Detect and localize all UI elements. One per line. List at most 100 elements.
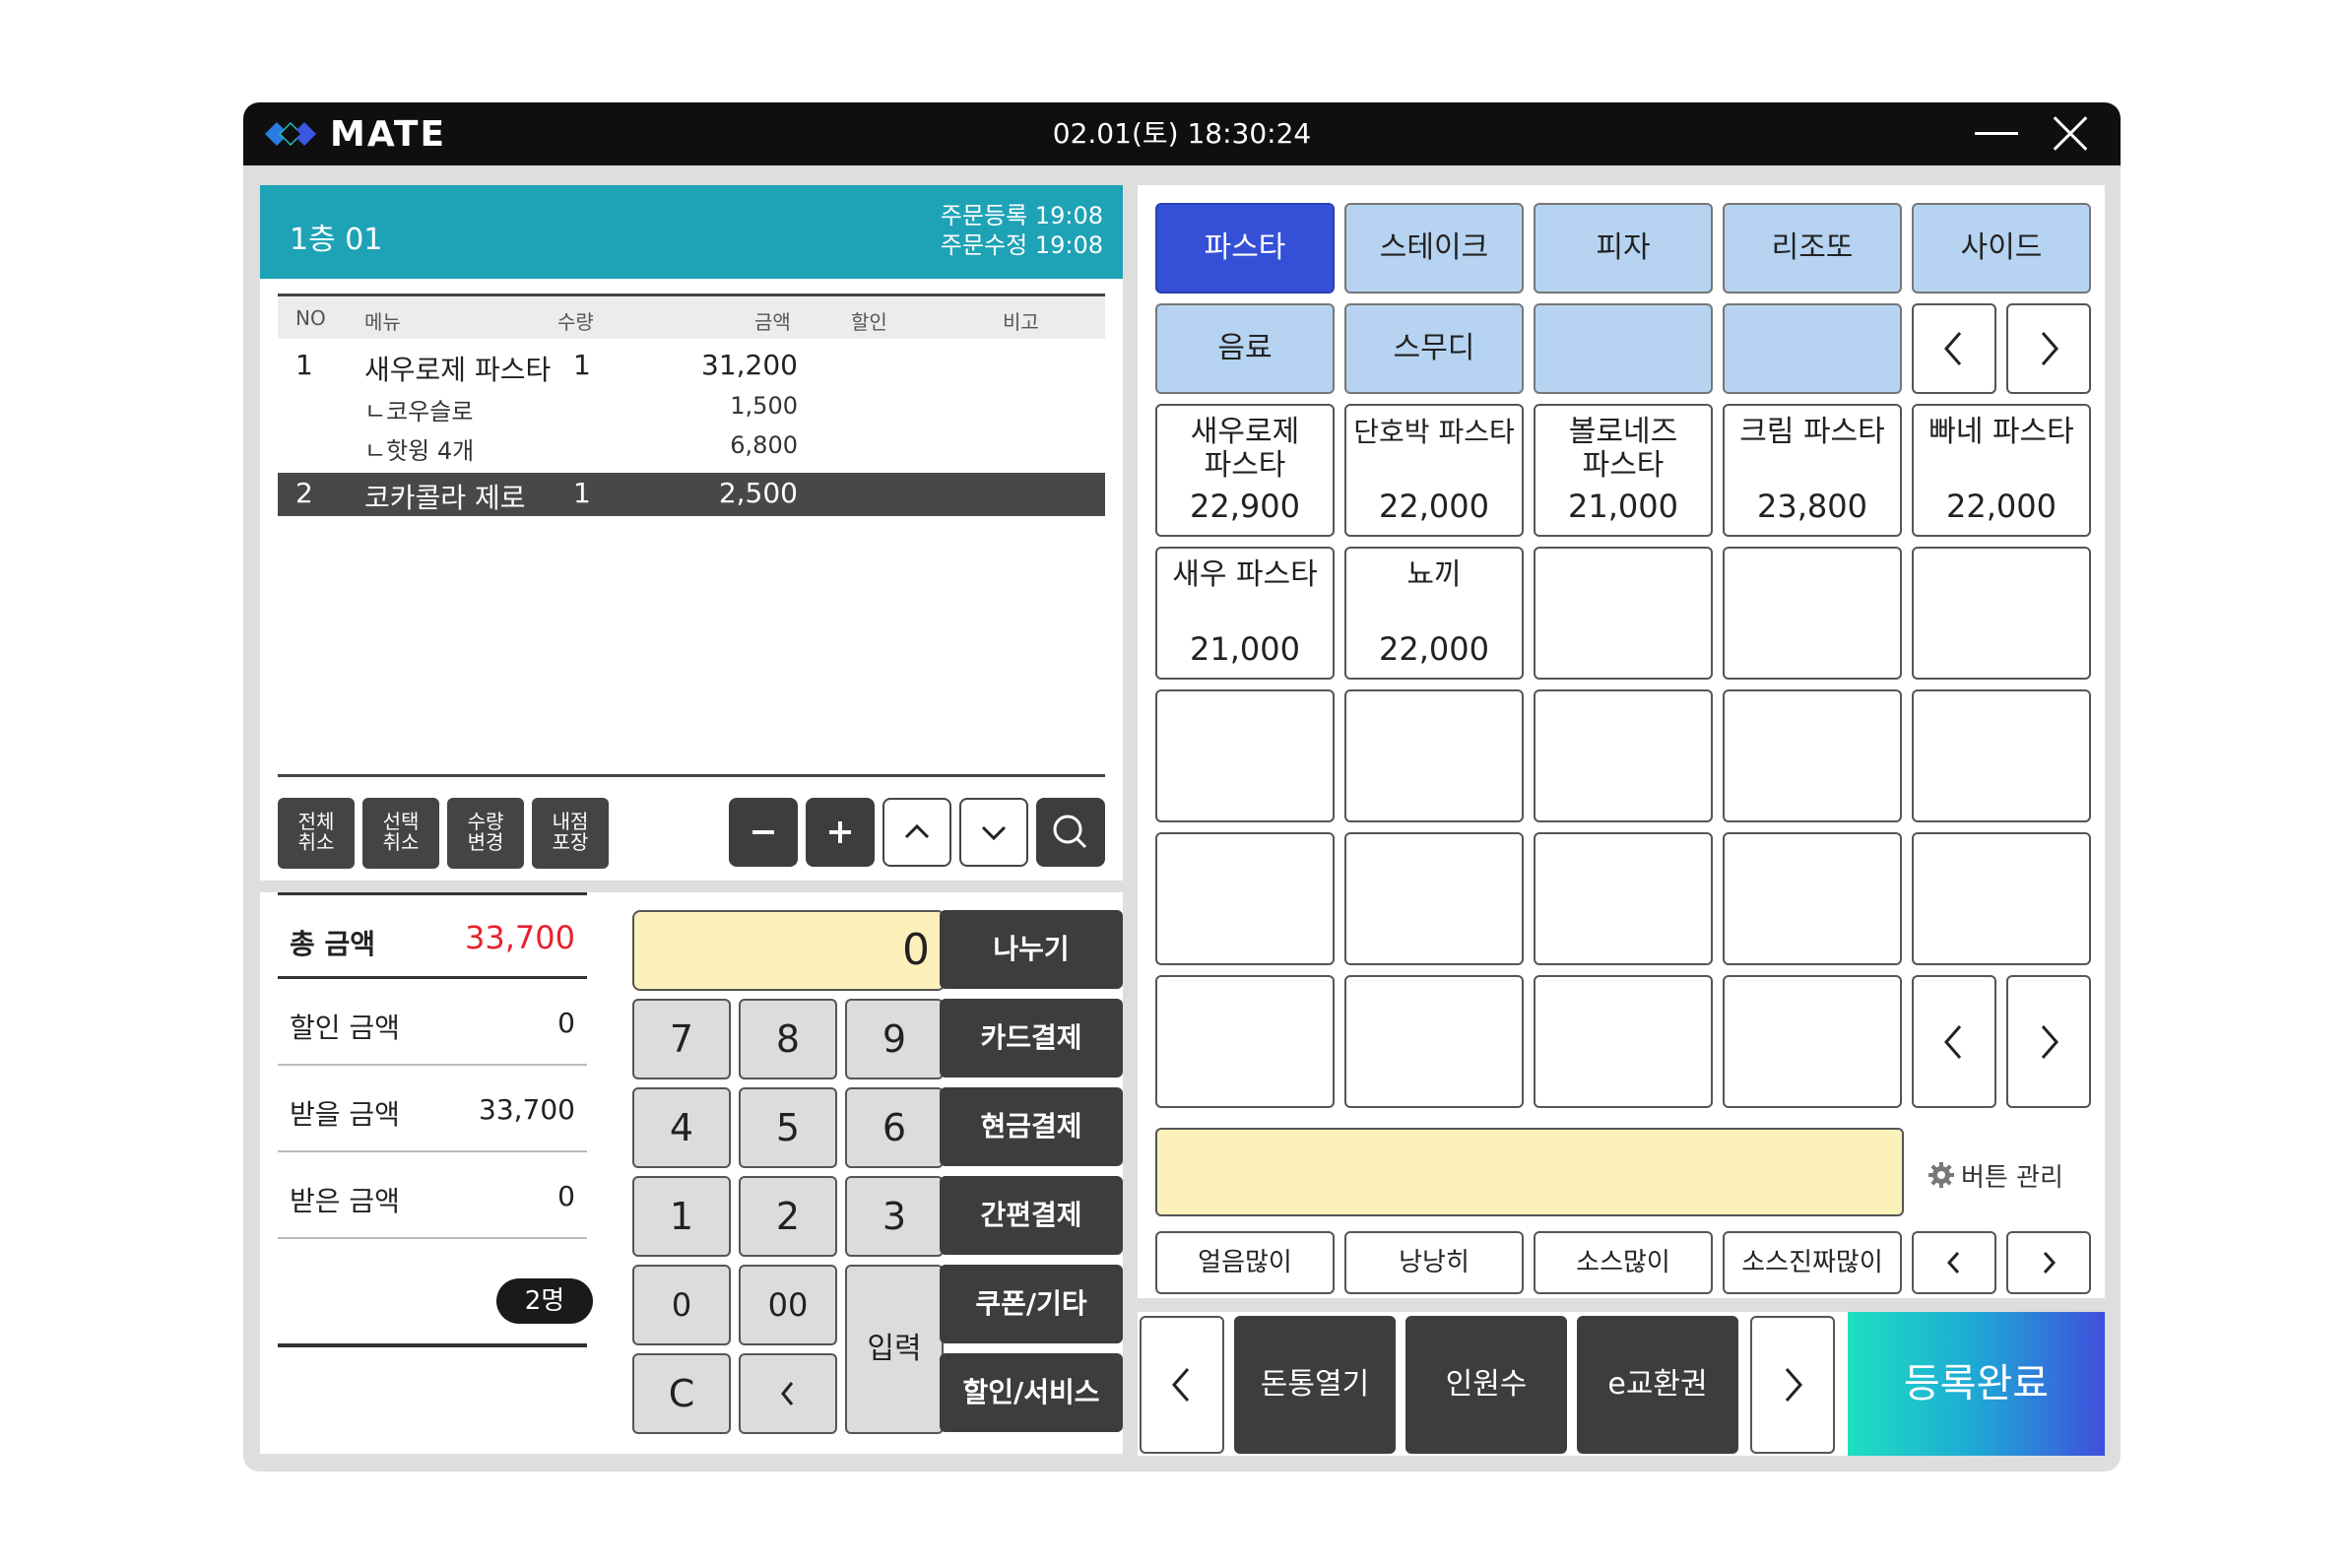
memo-more-sauce[interactable]: 소스많이 (1534, 1231, 1713, 1294)
menu-item-empty[interactable] (1723, 832, 1902, 965)
menu-item-empty[interactable] (1155, 689, 1335, 822)
open-cash-drawer-button[interactable]: 돈통열기 (1234, 1316, 1396, 1454)
scroll-down-button[interactable] (959, 798, 1028, 867)
key-7[interactable]: 7 (632, 999, 731, 1079)
increase-qty-button[interactable] (806, 798, 875, 867)
key-0[interactable]: 0 (632, 1265, 731, 1345)
chevron-left-icon (1946, 1251, 1960, 1274)
menu-item-empty[interactable] (1534, 547, 1713, 680)
menu-next-page-button[interactable] (2006, 975, 2091, 1108)
memo-extra-more-sauce[interactable]: 소스진짜많이 (1723, 1231, 1902, 1294)
menu-item-shrimp-pasta[interactable]: 새우 파스타 21,000 (1155, 547, 1335, 680)
menu-item-empty[interactable] (1912, 832, 2091, 965)
menu-item-empty[interactable] (1912, 689, 2091, 822)
guest-count-button[interactable]: 인원수 (1405, 1316, 1567, 1454)
menu-item-shrimp-rose-pasta[interactable]: 새우로제 파스타 22,900 (1155, 404, 1335, 537)
action-prev-button[interactable] (1140, 1316, 1224, 1454)
amount-input-display[interactable]: 0 (632, 910, 946, 991)
category-beverage[interactable]: 음료 (1155, 303, 1335, 394)
menu-item-cream-pasta[interactable]: 크림 파스타 23,800 (1723, 404, 1902, 537)
easy-payment-button[interactable]: 간편결제 (940, 1176, 1123, 1255)
menu-item-empty[interactable] (1344, 975, 1524, 1108)
key-4[interactable]: 4 (632, 1087, 731, 1168)
category-side[interactable]: 사이드 (1912, 203, 2091, 294)
category-next-button[interactable] (2006, 303, 2091, 394)
key-backspace[interactable] (739, 1353, 837, 1434)
menu-prev-page-button[interactable] (1912, 975, 1996, 1108)
scroll-up-button[interactable] (882, 798, 951, 867)
memo-next-button[interactable] (2006, 1231, 2091, 1294)
search-button[interactable] (1036, 798, 1105, 867)
guest-count-badge[interactable]: 2명 (496, 1278, 593, 1324)
cash-payment-button[interactable]: 현금결제 (940, 1087, 1123, 1166)
key-8[interactable]: 8 (739, 999, 837, 1079)
chevron-left-icon (1172, 1368, 1190, 1402)
key-1[interactable]: 1 (632, 1176, 731, 1257)
menu-item-empty[interactable] (1344, 689, 1524, 822)
key-9[interactable]: 9 (845, 999, 944, 1079)
total-value: 33,700 (465, 919, 575, 956)
menu-item-empty[interactable] (1534, 832, 1713, 965)
row-menu: ㄴ핫윙 4개 (364, 437, 475, 465)
card-payment-button[interactable]: 카드결제 (940, 999, 1123, 1078)
action-next-button[interactable] (1750, 1316, 1835, 1454)
menu-item-empty[interactable] (1534, 689, 1713, 822)
cancel-all-button[interactable]: 전체 취소 (278, 798, 355, 869)
search-icon (1053, 815, 1087, 849)
decrease-qty-button[interactable] (729, 798, 798, 867)
menu-item-empty[interactable] (1723, 547, 1902, 680)
memo-input[interactable] (1155, 1128, 1904, 1216)
menu-item-empty[interactable] (1534, 975, 1713, 1108)
menu-item-price: 21,000 (1190, 630, 1300, 668)
menu-item-empty[interactable] (1344, 832, 1524, 965)
menu-item-empty[interactable] (1723, 689, 1902, 822)
menu-item-pumpkin-pasta[interactable]: 단호박 파스타 22,000 (1344, 404, 1524, 537)
menu-item-empty[interactable] (1723, 975, 1902, 1108)
menu-item-empty[interactable] (1912, 547, 2091, 680)
memo-prev-button[interactable] (1912, 1231, 1996, 1294)
order-row-selected[interactable]: 2 코카콜라 제로 1 2,500 (278, 473, 1105, 516)
key-6[interactable]: 6 (845, 1087, 944, 1168)
title-bar: MATE 02.01(토) 18:30:24 (243, 102, 2121, 165)
order-row[interactable]: 1 새우로제 파스타 1 31,200 (278, 349, 1105, 388)
category-smoothie[interactable]: 스무디 (1344, 303, 1524, 394)
memo-more-ice[interactable]: 얼음많이 (1155, 1231, 1335, 1294)
split-button[interactable]: 나누기 (940, 910, 1123, 989)
cancel-selected-button[interactable]: 선택 취소 (362, 798, 439, 869)
category-pizza[interactable]: 피자 (1534, 203, 1713, 294)
change-qty-button[interactable]: 수량 변경 (447, 798, 524, 869)
menu-item-gnocchi[interactable]: 뇨끼 22,000 (1344, 547, 1524, 680)
close-button[interactable] (2046, 110, 2095, 158)
menu-item-empty[interactable] (1155, 832, 1335, 965)
menu-item-pane-pasta[interactable]: 빠네 파스타 22,000 (1912, 404, 2091, 537)
memo-generous[interactable]: 낭낭히 (1344, 1231, 1524, 1294)
coupon-other-button[interactable]: 쿠폰/기타 (940, 1265, 1123, 1343)
menu-item-price: 23,800 (1757, 488, 1867, 525)
chevron-right-icon (2041, 332, 2058, 365)
menu-item-bolognese-pasta[interactable]: 볼로네즈 파스타 21,000 (1534, 404, 1713, 537)
menu-item-empty[interactable] (1155, 975, 1335, 1108)
category-pasta[interactable]: 파스타 (1155, 203, 1335, 294)
key-3[interactable]: 3 (845, 1176, 944, 1257)
key-clear[interactable]: C (632, 1353, 731, 1434)
enter-key[interactable]: 입력 (845, 1265, 944, 1434)
key-5[interactable]: 5 (739, 1087, 837, 1168)
category-risotto[interactable]: 리조또 (1723, 203, 1902, 294)
button-manage-link[interactable]: 버튼 관리 (1927, 1155, 2063, 1195)
discount-service-button[interactable]: 할인/서비스 (940, 1353, 1123, 1432)
dine-in-takeout-button[interactable]: 내점 포장 (532, 798, 609, 869)
minimize-button[interactable] (1969, 110, 2024, 158)
category-empty[interactable] (1534, 303, 1713, 394)
e-voucher-button[interactable]: e교환권 (1577, 1316, 1738, 1454)
order-option-row[interactable]: ㄴ핫윙 4개 6,800 (278, 431, 1105, 467)
category-prev-button[interactable] (1912, 303, 1996, 394)
category-steak[interactable]: 스테이크 (1344, 203, 1524, 294)
chevron-right-icon (1785, 1368, 1802, 1402)
key-2[interactable]: 2 (739, 1176, 837, 1257)
key-00[interactable]: 00 (739, 1265, 837, 1345)
register-complete-button[interactable]: 등록완료 (1848, 1312, 2105, 1456)
order-list-header: NO 메뉴 수량 금액 할인 비고 (278, 294, 1105, 339)
order-option-row[interactable]: ㄴ코우슬로 1,500 (278, 392, 1105, 427)
category-empty[interactable] (1723, 303, 1902, 394)
row-amount: 2,500 (718, 477, 798, 509)
